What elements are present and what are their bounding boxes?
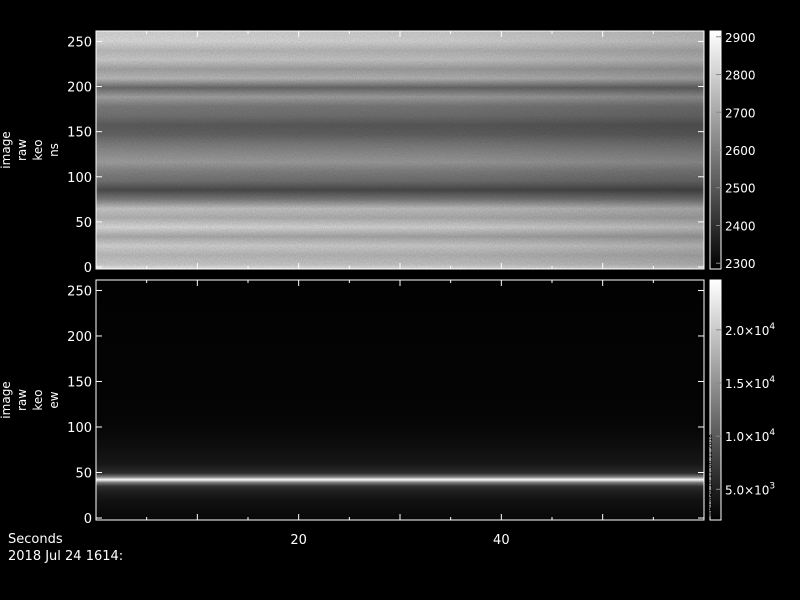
ew-x-axis: 20 40 bbox=[290, 533, 509, 548]
ew-y-tick-label: 250 bbox=[67, 284, 92, 299]
ns-y-tick-label: 200 bbox=[67, 81, 92, 96]
x-axis-title: Seconds bbox=[8, 532, 63, 547]
ew-y-label-1: image bbox=[0, 381, 13, 418]
ns-y-tick-label: 100 bbox=[67, 171, 92, 186]
ns-y-label-4: ns bbox=[47, 143, 61, 157]
ns-colorbar-tick-label: 2800 bbox=[725, 69, 756, 83]
ns-y-label-3: keo bbox=[31, 139, 45, 160]
ns-y-label-2: raw bbox=[15, 139, 29, 161]
ns-y-label: image bbox=[0, 131, 13, 168]
x-tick-label: 20 bbox=[290, 533, 307, 548]
ew-y-label-3: keo bbox=[31, 389, 45, 410]
ew-colorbar-tick-label: 2.0×104 bbox=[725, 322, 775, 338]
ew-colorbar-tick-label: 1.0×104 bbox=[725, 428, 775, 444]
ns-keogram-shading bbox=[96, 31, 704, 269]
ns-y-label-line-1: image bbox=[0, 131, 13, 168]
ns-keogram-panel: 0 50 100 150 200 250 image raw keo ns 2300 240… bbox=[0, 30, 756, 276]
ew-y-tick-label: 200 bbox=[67, 330, 92, 345]
ew-y-tick-label: 50 bbox=[75, 466, 92, 481]
ns-y-tick-label: 250 bbox=[67, 35, 92, 50]
ns-y-tick-label: 50 bbox=[75, 216, 92, 231]
ew-colorbar-tick-label: 5.0×103 bbox=[725, 481, 775, 497]
ew-y-label-2: raw bbox=[15, 389, 29, 411]
ew-keogram-image bbox=[96, 280, 704, 520]
ew-colorbar-tick-label: 1.5×104 bbox=[725, 375, 775, 391]
x-tick-label: 40 bbox=[493, 533, 510, 548]
ns-colorbar-tick-label: 2500 bbox=[725, 182, 756, 196]
ns-colorbar-tick-label: 2900 bbox=[725, 31, 756, 45]
ew-y-tick-label: 100 bbox=[67, 421, 92, 436]
ew-y-tick-label: 0 bbox=[84, 512, 92, 527]
ns-colorbar-tick-label: 2400 bbox=[725, 219, 756, 233]
ew-keogram-panel: 050100150200250 20 40 image raw keo ew We… bbox=[0, 279, 775, 548]
ns-colorbar-tick-label: 2300 bbox=[725, 257, 756, 271]
ns-colorbar-tick-label: 2700 bbox=[725, 106, 756, 120]
ns-colorbar-ticks: 2300 2400 2500 2600 2700 2800 2900 bbox=[716, 31, 756, 271]
ns-colorbar-tick-label: 2600 bbox=[725, 144, 756, 158]
ew-y-tick-label: 150 bbox=[67, 375, 92, 390]
keogram-chart: 050100150200250 image raw keo ns 2300240… bbox=[0, 30, 775, 548]
ew-colorbar-ticks: 5.0×103 1.0×104 1.5×104 2.0×104 bbox=[716, 322, 775, 497]
ns-y-tick-label: 0 bbox=[84, 261, 92, 276]
ew-colorbar-side-text: Wed May 16 17:06:11 2018 bbox=[707, 434, 714, 517]
date-line: 2018 Jul 24 1614: bbox=[8, 549, 124, 564]
ew-y-label-4: ew bbox=[47, 391, 61, 408]
ns-y-tick-label: 150 bbox=[67, 126, 92, 141]
